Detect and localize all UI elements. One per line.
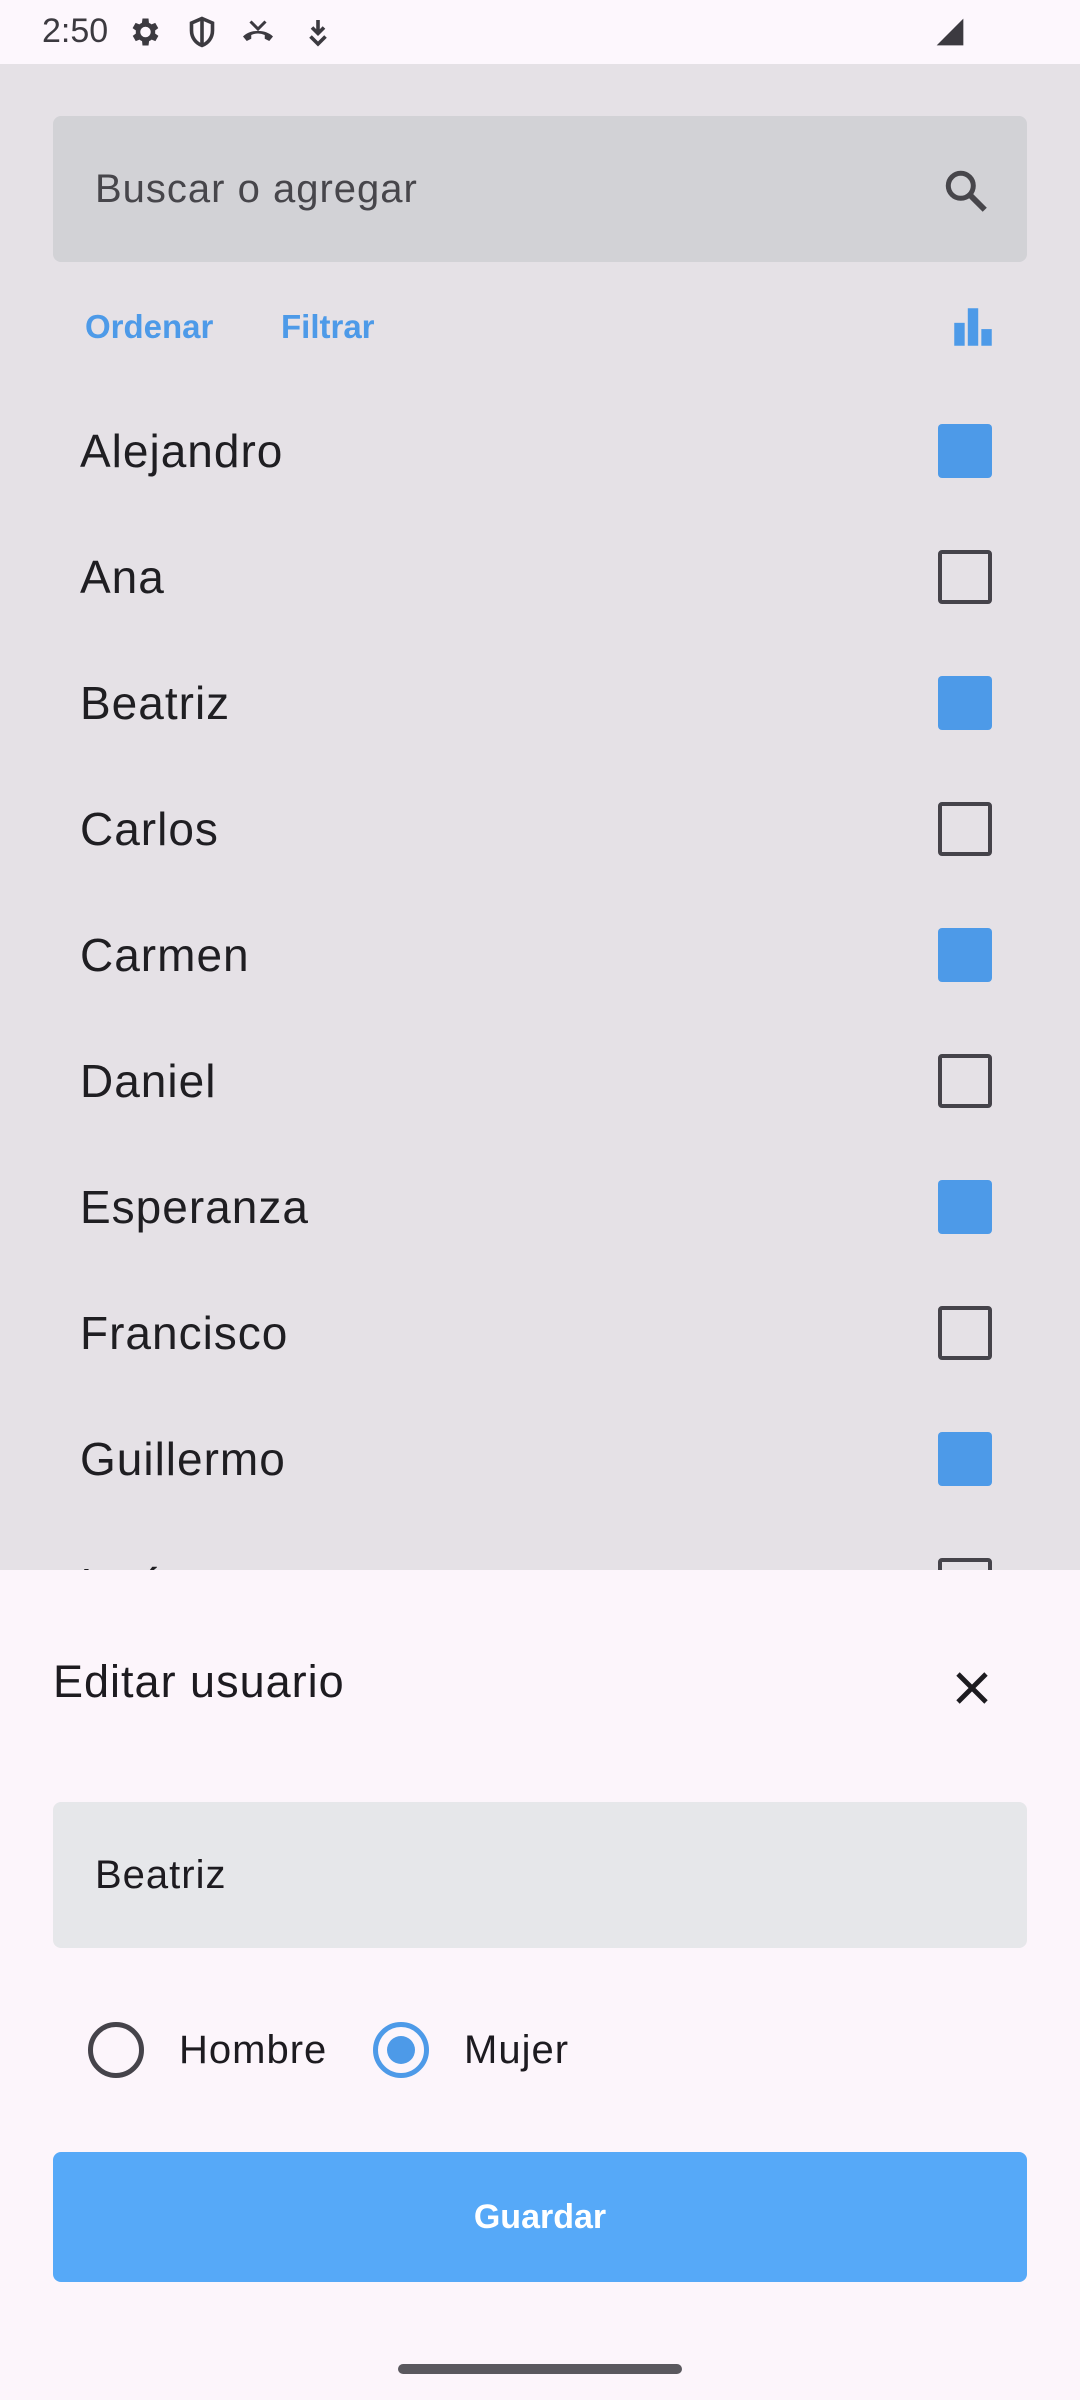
list-item-checkbox[interactable]: [938, 928, 992, 982]
name-field[interactable]: Beatriz: [53, 1802, 1027, 1948]
list-item[interactable]: Isaías: [0, 1522, 1080, 1570]
list-toolbar: Ordenar Filtrar: [0, 294, 1080, 364]
list-item-checkbox[interactable]: [938, 1432, 992, 1486]
list-item-label: Beatriz: [80, 677, 231, 729]
list-item[interactable]: Daniel: [0, 1018, 1080, 1144]
list-item[interactable]: Carmen: [0, 892, 1080, 1018]
bar-chart-icon[interactable]: [948, 302, 998, 352]
list-item-label: Carlos: [80, 803, 219, 855]
list-item-checkbox[interactable]: [938, 1180, 992, 1234]
list-item-label: Isaías: [80, 1522, 209, 1570]
signal-icon: [936, 18, 964, 46]
gender-radio-group: Hombre Mujer: [0, 2000, 1080, 2100]
list-item-label: Francisco: [80, 1307, 289, 1359]
home-indicator[interactable]: [398, 2364, 682, 2374]
list-item-label: Ana: [80, 551, 165, 603]
gear-icon: [132, 18, 159, 46]
radio-hombre[interactable]: [88, 2022, 144, 2078]
name-input[interactable]: Beatriz: [95, 1802, 227, 1948]
close-icon[interactable]: [948, 1664, 996, 1712]
search-icon[interactable]: [941, 166, 991, 216]
list-item[interactable]: Francisco: [0, 1270, 1080, 1396]
list-item-checkbox[interactable]: [938, 676, 992, 730]
list-item-label: Esperanza: [80, 1181, 309, 1233]
list-item-checkbox[interactable]: [938, 802, 992, 856]
list-item-label: Alejandro: [80, 425, 284, 477]
radio-mujer[interactable]: [373, 2022, 429, 2078]
radio-label-hombre[interactable]: Hombre: [179, 2028, 327, 2073]
sheet-title: Editar usuario: [53, 1656, 345, 1707]
user-list-page: Buscar o agregar Ordenar Filtrar Alejand…: [0, 64, 1080, 1570]
list-item-checkbox[interactable]: [938, 1054, 992, 1108]
list-item-label: Guillermo: [80, 1433, 286, 1485]
edit-user-sheet: Editar usuario Beatriz Hombre Mujer Guar…: [0, 1570, 1080, 2400]
user-list: Alejandro Ana Beatriz Carlos Carmen Dani…: [0, 388, 1080, 1570]
filter-button[interactable]: Filtrar: [281, 308, 375, 346]
shield-icon: [189, 16, 215, 48]
list-item[interactable]: Carlos: [0, 766, 1080, 892]
list-item[interactable]: Guillermo: [0, 1396, 1080, 1522]
list-item-label: Carmen: [80, 929, 250, 981]
search-bar[interactable]: Buscar o agregar: [53, 116, 1027, 262]
list-item-checkbox[interactable]: [938, 1558, 992, 1570]
list-item-checkbox[interactable]: [938, 1306, 992, 1360]
list-item[interactable]: Beatriz: [0, 640, 1080, 766]
list-item[interactable]: Ana: [0, 514, 1080, 640]
list-item-checkbox[interactable]: [938, 424, 992, 478]
radio-label-mujer[interactable]: Mujer: [464, 2028, 569, 2073]
missed-call-icon: [243, 20, 273, 41]
search-input[interactable]: Buscar o agregar: [95, 116, 418, 262]
list-item[interactable]: Alejandro: [0, 388, 1080, 514]
status-time: 2:50: [42, 12, 109, 50]
list-item[interactable]: Esperanza: [0, 1144, 1080, 1270]
status-bar: 2:50: [0, 0, 1080, 64]
save-button[interactable]: Guardar: [53, 2152, 1027, 2282]
list-item-checkbox[interactable]: [938, 550, 992, 604]
list-item-label: Daniel: [80, 1055, 217, 1107]
sort-button[interactable]: Ordenar: [85, 308, 213, 346]
download-icon: [309, 20, 327, 47]
